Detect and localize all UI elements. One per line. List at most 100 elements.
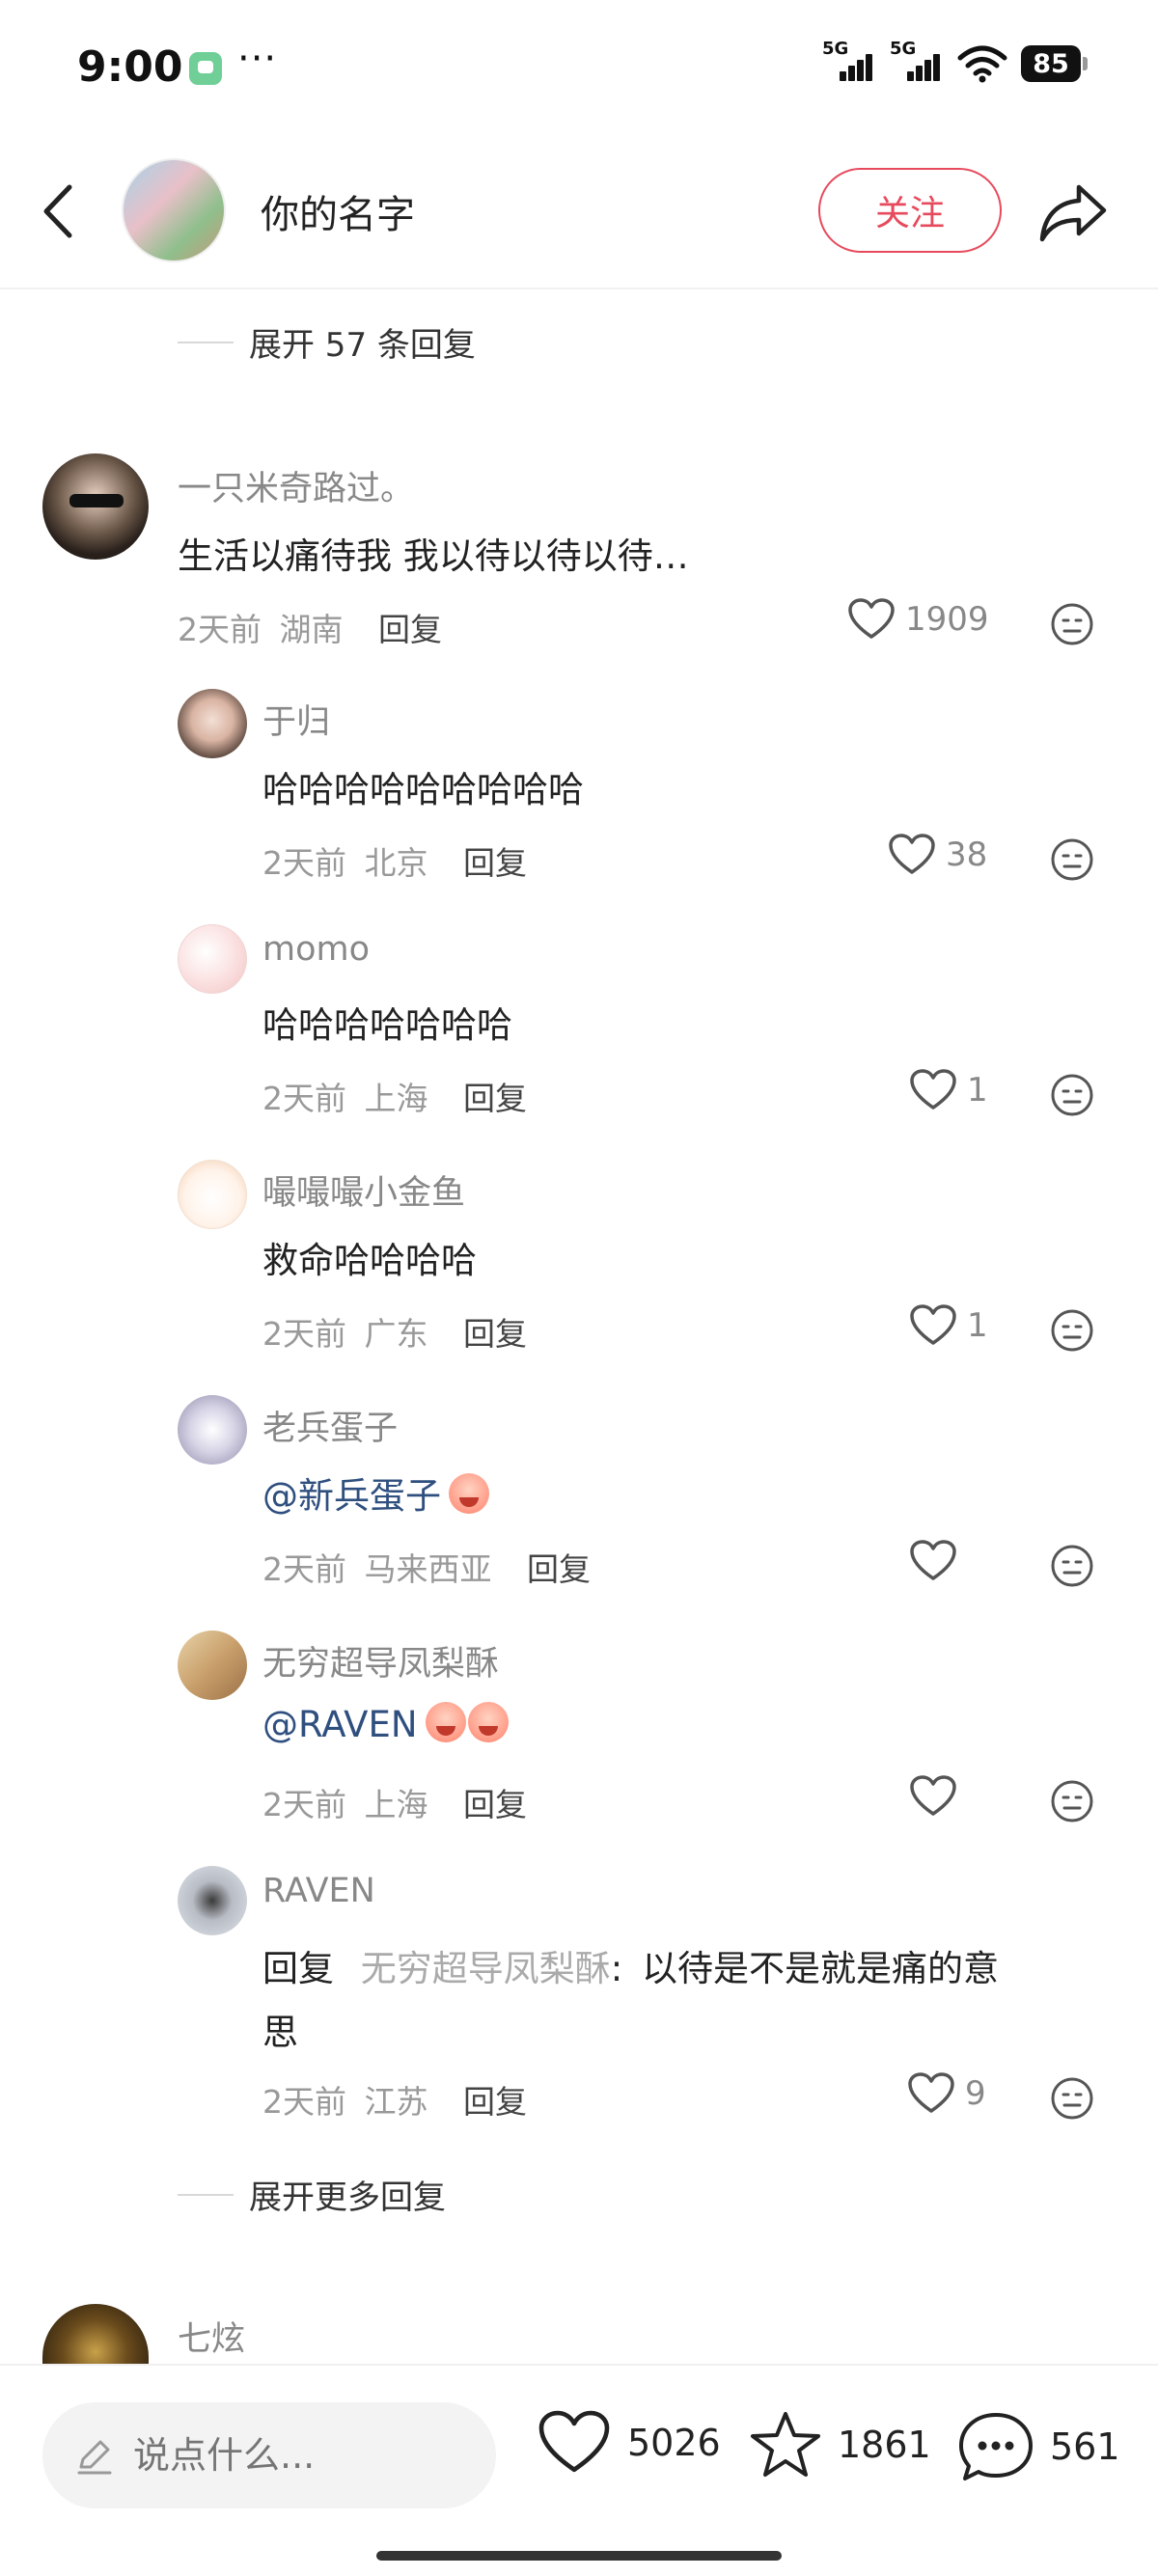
reply-text: 回复 无穷超导凤梨酥: 以待是不是就是痛的意 (262, 1939, 999, 1991)
reply-text: 哈哈哈哈哈哈哈哈哈 (262, 769, 584, 810)
reply-button[interactable]: 回复 (463, 2083, 527, 2121)
avatar[interactable] (42, 453, 149, 560)
reaction-face-icon[interactable] (1050, 602, 1094, 646)
like-count: 9 (965, 2074, 986, 2113)
home-indicator[interactable] (376, 2551, 782, 2561)
reply-meta: 2天前 北京 回复 (262, 837, 527, 884)
like-button[interactable]: 1 (909, 1304, 988, 1347)
reply-time: 2天前 (262, 1550, 346, 1588)
reply-button[interactable]: 回复 (463, 1080, 527, 1117)
like-button[interactable] (909, 1775, 967, 1818)
signal-icon: 5G (890, 39, 944, 83)
avatar[interactable] (178, 1631, 247, 1700)
reply-time: 2天前 (262, 2083, 346, 2121)
mention-link[interactable]: @新兵蛋子 (262, 1475, 441, 1517)
comment-location: 湖南 (279, 611, 344, 648)
comments-button[interactable]: 561 (957, 2410, 1120, 2483)
back-arrow-icon[interactable] (35, 176, 81, 247)
like-count: 1909 (905, 600, 989, 639)
app-notification-icon (189, 52, 222, 85)
status-bar: 9:00 ··· 5G 5G 85 (0, 0, 1158, 135)
reaction-face-icon[interactable] (1050, 1779, 1094, 1823)
reply-location: 上海 (364, 1786, 428, 1823)
like-count: 38 (946, 836, 988, 874)
reply-meta: 2天前 上海 回复 (262, 1779, 527, 1825)
like-count: 1 (967, 1306, 988, 1345)
reply-text: 救命哈哈哈哈 (262, 1240, 477, 1281)
follow-button[interactable]: 关注 (818, 168, 1002, 253)
reaction-face-icon[interactable] (1050, 1073, 1094, 1117)
reply-button[interactable]: 回复 (463, 1786, 527, 1823)
like-button[interactable]: 1 (909, 1069, 988, 1111)
avatar[interactable] (178, 1866, 247, 1935)
author-name[interactable]: 你的名字 (261, 183, 415, 239)
reply-time: 2天前 (262, 1786, 346, 1823)
avatar[interactable] (178, 1160, 247, 1229)
signal-icon: 5G (822, 39, 876, 83)
heart-icon (908, 2072, 954, 2113)
status-indicators: 5G 5G 85 (822, 39, 1088, 83)
comment-input[interactable] (133, 2434, 461, 2477)
reply-username[interactable]: 无穷超导凤梨酥 (262, 1636, 499, 1685)
crying-emoji-icon (467, 1702, 509, 1742)
post-like-count: 5026 (627, 2422, 721, 2464)
like-post-button[interactable]: 5026 (537, 2410, 721, 2476)
reply-username[interactable]: 嘬嘬嘬小金鱼 (262, 1165, 465, 1215)
reply-location: 广东 (364, 1315, 428, 1353)
heart-icon (910, 1304, 956, 1345)
reply-button[interactable]: 回复 (463, 844, 527, 882)
comment-username[interactable]: 一只米奇路过。 (178, 461, 414, 510)
battery-indicator: 85 (1021, 45, 1088, 82)
header: 你的名字 关注 (0, 135, 1158, 289)
comment-bubble-icon (959, 2413, 1033, 2480)
reply-button[interactable]: 回复 (378, 611, 442, 648)
expand-replies-link[interactable]: 展开 57 条回复 (178, 318, 476, 366)
avatar[interactable] (178, 1395, 247, 1465)
reaction-face-icon[interactable] (1050, 1308, 1094, 1353)
author-avatar[interactable] (122, 158, 226, 262)
expand-more-replies-link[interactable]: 展开更多回复 (178, 2171, 446, 2218)
expand-replies-label: 展开 57 条回复 (249, 326, 476, 365)
crying-emoji-icon (449, 1473, 489, 1514)
avatar[interactable] (178, 924, 247, 994)
heart-icon (910, 1775, 956, 1816)
reply-location: 江苏 (364, 2083, 428, 2121)
reaction-face-icon[interactable] (1050, 837, 1094, 882)
comment-username[interactable]: 七炫 (178, 2312, 245, 2361)
reply-username[interactable]: momo (262, 930, 370, 969)
reply-location: 上海 (364, 1080, 428, 1117)
share-icon[interactable] (1036, 176, 1112, 251)
heart-icon (889, 834, 935, 874)
reply-meta: 2天前 马来西亚 回复 (262, 1544, 591, 1590)
reply-username[interactable]: RAVEN (262, 1872, 375, 1910)
reply-username[interactable]: 于归 (262, 695, 330, 744)
bottom-action-bar: 5026 1861 561 (0, 2364, 1158, 2576)
reply-prefix: 回复 (262, 1948, 334, 1989)
reply-button[interactable]: 回复 (463, 1315, 527, 1353)
wifi-icon (957, 45, 1007, 83)
favorite-button[interactable]: 1861 (749, 2410, 931, 2480)
avatar[interactable] (42, 2304, 149, 2364)
reply-meta: 2天前 广东 回复 (262, 1308, 527, 1355)
like-button[interactable]: 9 (907, 2072, 986, 2115)
like-count: 1 (967, 1071, 988, 1110)
reply-location: 马来西亚 (364, 1550, 492, 1588)
reaction-face-icon[interactable] (1050, 1544, 1094, 1588)
comment-time: 2天前 (178, 611, 262, 648)
comment-input-box[interactable] (42, 2402, 496, 2508)
like-button[interactable]: 38 (888, 834, 987, 876)
avatar[interactable] (178, 689, 247, 758)
more-notifications-indicator: ··· (237, 37, 278, 81)
reply-text-continued: 思 (262, 2012, 298, 2053)
reply-to-username[interactable]: 无穷超导凤梨酥 (361, 1948, 611, 1989)
reply-button[interactable]: 回复 (527, 1550, 591, 1588)
reply-username[interactable]: 老兵蛋子 (262, 1401, 398, 1450)
reaction-face-icon[interactable] (1050, 2076, 1094, 2121)
star-icon (751, 2412, 820, 2477)
pencil-icon (77, 2440, 112, 2475)
reply-text: 哈哈哈哈哈哈哈 (262, 1004, 512, 1046)
comment-meta: 2天前 湖南 回复 (178, 604, 442, 650)
like-button[interactable] (909, 1540, 967, 1582)
like-button[interactable]: 1909 (847, 598, 989, 641)
mention-link[interactable]: @RAVEN (262, 1704, 418, 1745)
